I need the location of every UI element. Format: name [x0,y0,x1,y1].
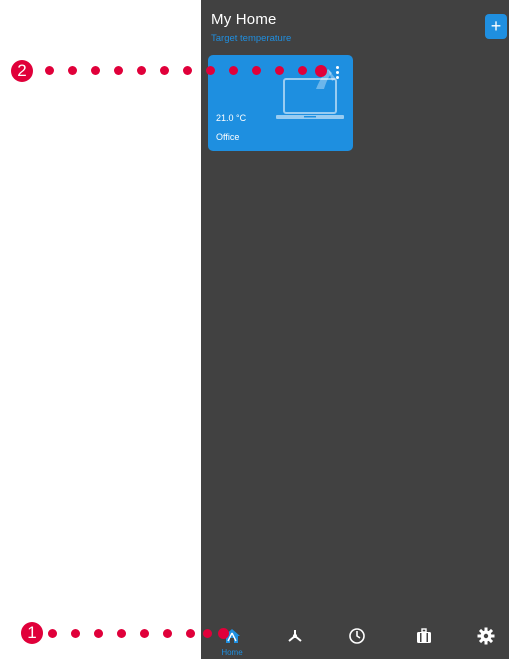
add-button[interactable]: + [485,14,507,39]
gear-icon [477,627,495,645]
page-subtitle: Target temperature [211,33,292,44]
app-screen: My Home Target temperature + 21.0 °C Off… [201,0,509,659]
fan-network-icon [288,630,302,642]
room-name: Office [216,132,240,142]
nav-settings[interactable] [466,627,506,657]
nav-devices[interactable] [275,627,315,657]
suitcase-icon [417,628,431,643]
laptop-icon [276,78,344,119]
clock-icon [349,628,365,644]
bottom-nav: Home [201,623,509,659]
annotation-badge-2: 2 [11,60,33,82]
nav-home-label: Home [221,648,243,657]
room-temperature: 21.0 °C [216,113,247,123]
nav-away[interactable] [404,627,444,657]
page-title: My Home [211,11,277,28]
annotation-badge-1: 1 [21,622,43,644]
nav-schedule[interactable] [337,627,377,657]
